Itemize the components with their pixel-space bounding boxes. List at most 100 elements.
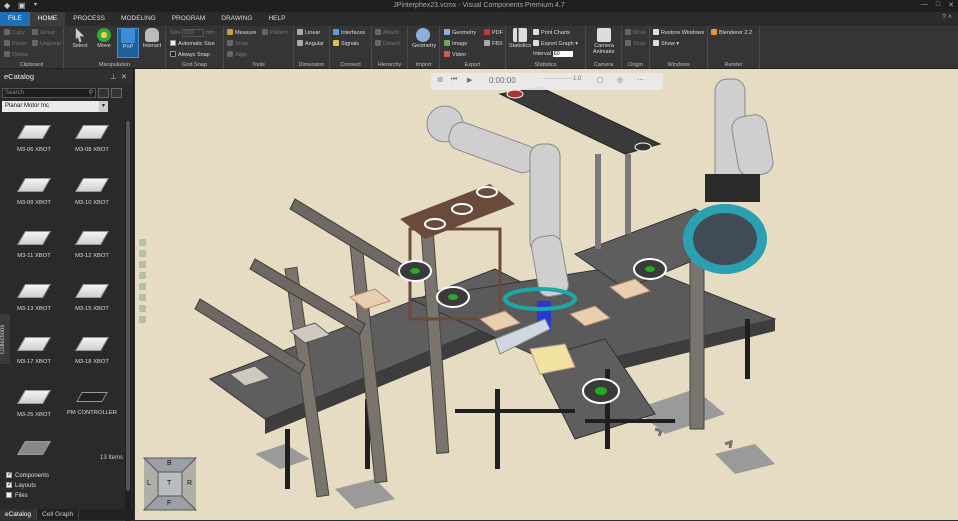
pin-icon[interactable]: ⊥ — [110, 72, 117, 81]
scrollbar-thumb[interactable] — [126, 121, 130, 491]
view-tool-icon[interactable] — [139, 272, 146, 279]
pnp-button[interactable]: PnP — [117, 28, 139, 58]
tab-home[interactable]: HOME — [29, 12, 66, 26]
view-tool-icon[interactable] — [139, 283, 146, 290]
catalog-scrollbar[interactable] — [125, 121, 131, 521]
tab-cell-graph[interactable]: Cell Graph — [37, 509, 80, 520]
view-tool-icon[interactable] — [139, 316, 146, 323]
panel-close-icon[interactable]: ✕ — [121, 72, 127, 81]
export-fbx-button[interactable]: FBX — [484, 40, 503, 47]
view-tool-icon[interactable] — [139, 239, 146, 246]
catalog-item[interactable]: M3-06 XBOT — [6, 121, 62, 173]
tab-drawing[interactable]: DRAWING — [213, 12, 260, 26]
always-snap-checkbox[interactable]: Always Snap — [170, 51, 210, 58]
3d-viewport[interactable]: ⚙ ⏮ ▶ 0:00:00 —————— 1.0 ▢ ◎ ⋯ B L T R F — [135, 69, 958, 520]
navcube-right[interactable]: R — [187, 480, 192, 487]
tab-modeling[interactable]: MODELING — [113, 12, 164, 26]
dimension-group: Linear Angular Dimension — [294, 26, 330, 69]
show-windows-button[interactable]: Show ▾ — [653, 40, 679, 47]
measure-button[interactable]: Measure — [227, 29, 256, 36]
pattern-button[interactable]: Pattern — [262, 29, 288, 36]
catalog-item[interactable]: M3-08 XBOT — [64, 121, 120, 173]
origin-move-button[interactable]: Move — [625, 29, 646, 36]
manufacturer-select[interactable]: Planar Motor Inc ▼ — [2, 101, 108, 112]
tab-program[interactable]: PROGRAM — [164, 12, 214, 26]
navcube-back[interactable]: B — [167, 460, 172, 467]
navcube-left[interactable]: L — [147, 480, 151, 487]
delete-button[interactable]: Delete — [4, 51, 28, 58]
export-image-button[interactable]: Image — [444, 40, 467, 47]
export-geometry-button[interactable]: Geometry — [444, 29, 476, 36]
move-button[interactable]: Move — [93, 28, 115, 49]
attach-button[interactable]: Attach — [375, 29, 399, 36]
maximize-button[interactable]: □ — [936, 1, 940, 9]
statistics-button[interactable]: Statistics — [508, 28, 532, 49]
catalog-item[interactable]: M3-17 XBOT — [6, 333, 62, 385]
catalog-item[interactable]: M3-15 XBOT — [64, 280, 120, 332]
catalog-item[interactable]: M3-09 XBOT — [6, 174, 62, 226]
view-tool-icon[interactable] — [139, 305, 146, 312]
origin-snap-button[interactable]: Snap — [625, 40, 646, 47]
view-tool-icon[interactable] — [139, 294, 146, 301]
tab-process[interactable]: PROCESS — [65, 12, 113, 26]
view-tool-icon[interactable] — [139, 250, 146, 257]
stop-icon[interactable]: ▢ — [597, 76, 604, 84]
record-icon[interactable]: ◎ — [617, 76, 623, 84]
angular-dimension-button[interactable]: Angular — [297, 40, 324, 47]
catalog-item[interactable]: M3-25 XBOT — [6, 386, 62, 438]
more-icon[interactable]: ⋯ — [637, 76, 644, 84]
catalog-item[interactable]: M3-13 XBOT — [6, 280, 62, 332]
detach-button[interactable]: Detach — [375, 40, 400, 47]
tab-file[interactable]: FILE — [0, 12, 30, 26]
ungroup-button[interactable]: Ungroup — [32, 40, 61, 47]
interfaces-button[interactable]: Interfaces — [333, 29, 365, 36]
speed-slider[interactable]: —————— — [543, 76, 573, 82]
copy-button[interactable]: Copy — [4, 29, 25, 36]
export-video-button[interactable]: Video — [444, 51, 466, 58]
catalog-item[interactable]: M3-11 XBOT — [6, 227, 62, 279]
view-tool-icon[interactable] — [139, 261, 146, 268]
search-icon[interactable]: ⚲ — [89, 89, 93, 98]
catalog-item[interactable]: M3-10 XBOT — [64, 174, 120, 226]
navcube-front[interactable]: F — [167, 500, 171, 507]
files-checkbox[interactable]: Files — [6, 491, 49, 501]
catalog-item[interactable]: PM CONTROLLER — [64, 386, 120, 438]
paste-button[interactable]: Paste — [4, 40, 26, 47]
minimize-button[interactable]: — — [921, 1, 928, 9]
export-pdf-button[interactable]: PDF — [484, 29, 503, 36]
select-button[interactable]: Select — [69, 28, 91, 49]
close-button[interactable]: ✕ — [948, 1, 954, 9]
filter-view-icon[interactable] — [111, 88, 122, 98]
grid-view-icon[interactable] — [98, 88, 109, 98]
blenderer-button[interactable]: Blenderer 2.2 — [711, 29, 752, 36]
signals-button[interactable]: Signals — [333, 40, 359, 47]
interact-button[interactable]: Interact — [141, 28, 163, 49]
import-geometry-button[interactable]: Geometry — [412, 28, 436, 49]
gear-icon[interactable]: ⚙ — [437, 76, 443, 84]
automatic-size-checkbox[interactable]: Automatic Size — [170, 40, 215, 47]
components-checkbox[interactable]: Components — [6, 470, 49, 481]
catalog-item[interactable]: M3-18 XBOT — [64, 333, 120, 385]
catalog-search-input[interactable]: Search ⚲ — [2, 88, 96, 98]
export-graph-button[interactable]: Export Graph ▾ — [533, 40, 578, 47]
navigation-cube[interactable]: B L T R F — [142, 457, 198, 511]
reset-icon[interactable]: ⏮ — [451, 76, 457, 84]
camera-animator-button[interactable]: Camera Animator — [589, 28, 619, 55]
tool-snap-button[interactable]: Snap — [227, 40, 248, 47]
play-icon[interactable]: ▶ — [467, 76, 472, 84]
align-button[interactable]: Align — [227, 51, 247, 58]
linear-dimension-button[interactable]: Linear — [297, 29, 320, 36]
print-charts-button[interactable]: Print Charts — [533, 29, 570, 36]
navcube-top[interactable]: T — [167, 480, 171, 487]
grid-size-field[interactable]: Size 100 mm — [170, 29, 215, 37]
tab-help[interactable]: HELP — [260, 12, 293, 26]
tab-ecatalog[interactable]: eCatalog — [0, 509, 38, 520]
catalog-item[interactable] — [6, 439, 62, 457]
help-icon[interactable]: ? ˄ — [942, 14, 952, 21]
layouts-checkbox[interactable]: Layouts — [6, 480, 49, 491]
interval-field[interactable]: Interval 60 — [533, 51, 573, 57]
group-button[interactable]: Group — [32, 29, 55, 36]
collections-tab[interactable]: Collections — [0, 314, 10, 364]
restore-windows-button[interactable]: Restore Windows — [653, 29, 704, 36]
catalog-item[interactable]: M3-12 XBOT — [64, 227, 120, 279]
